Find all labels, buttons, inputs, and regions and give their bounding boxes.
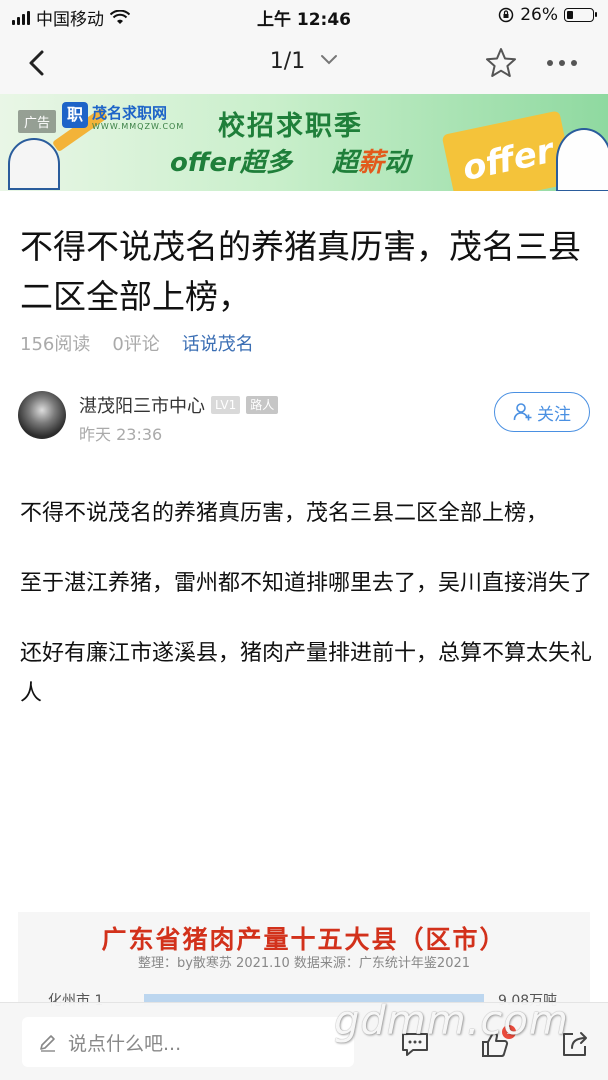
status-right: 26% (498, 5, 597, 25)
more-options-icon[interactable] (540, 46, 584, 80)
nav-bar: 1/1 (0, 32, 608, 94)
article-body: 不得不说茂名的养猪真历害，茂名三县二区全部上榜， 至于湛江养猪，雷州都不知道排哪… (20, 494, 592, 744)
post-time: 昨天 23:36 (79, 425, 163, 444)
ad-headline: 校招求职季 (218, 111, 363, 142)
avatar[interactable] (18, 391, 66, 439)
author-name-row: 湛茂阳三市中心 LV1 路人 (79, 392, 279, 418)
status-bar: 中国移动 上午 12:46 26% (0, 0, 608, 32)
image-subtitle: 整理：by散寒苏 2021.10 数据来源：广东统计年鉴2021 (137, 956, 471, 971)
ad-tag: 广告 (18, 110, 57, 133)
ad-offer-ticket: offer (441, 110, 575, 191)
ad-slogan-part2: 超 (332, 148, 359, 178)
battery-icon (564, 8, 597, 22)
comment-input[interactable]: 说点什么吧... (22, 1017, 354, 1067)
rotation-lock-icon (498, 7, 514, 23)
embedded-chart-image[interactable]: 广东省猪肉产量十五大县（区市） 整理：by散寒苏 2021.10 数据来源：广东… (18, 912, 590, 1012)
ad-brand: 茂名求职网 (92, 104, 168, 122)
article-title: 不得不说茂名的养猪真历害，茂名三县二区全部上榜， (20, 227, 581, 316)
ad-slogan-part3: 动 (384, 148, 411, 178)
comment-placeholder: 说点什么吧... (68, 1032, 182, 1055)
battery-fill (567, 11, 573, 19)
paragraph: 不得不说茂名的养猪真历害，茂名三县二区全部上榜， (20, 501, 549, 526)
author-row: 湛茂阳三市中心 LV1 路人 昨天 23:36 关注 (18, 388, 590, 444)
chevron-down-icon (321, 55, 338, 65)
ad-illustration-person-left (8, 138, 60, 190)
battery-percent: 26% (520, 5, 558, 25)
page-indicator: 1/1 (269, 49, 306, 74)
follow-button[interactable]: 关注 (494, 392, 590, 432)
ad-slogan: offer超多 超薪动 (170, 142, 410, 179)
follow-label: 关注 (537, 404, 571, 425)
comment-count: 0评论 (112, 334, 160, 355)
ad-banner[interactable]: 广告 职 茂名求职网 WWW.MMQZW.COM 校招求职季 offer超多 超… (0, 94, 608, 191)
ad-illustration-person-right (556, 128, 608, 191)
ad-slogan-highlight: 薪 (358, 148, 385, 178)
ad-ticket-text: offer (459, 130, 557, 190)
level-badge: LV1 (211, 396, 241, 414)
ad-slogan-part1: offer超多 (170, 148, 292, 178)
ad-site: WWW.MMQZW.COM (92, 122, 185, 131)
role-badge: 路人 (246, 396, 279, 414)
ad-logo: 职 (62, 102, 88, 128)
image-title: 广东省猪肉产量十五大县（区市） (101, 925, 507, 954)
paragraph: 至于湛江养猪，雷州都不知道排哪里去了，吴川直接消失了 (20, 571, 593, 596)
favorite-star-icon[interactable] (484, 46, 518, 80)
author-name[interactable]: 湛茂阳三市中心 (79, 392, 205, 418)
add-user-icon (513, 403, 532, 421)
paragraph: 还好有廉江市遂溪县，猪肉产量排进前十，总算不算太失礼人 (20, 641, 593, 706)
article-meta: 156阅读 0评论 话说茂名 (20, 330, 254, 356)
read-count: 156阅读 (20, 334, 91, 355)
watermark: gdmm.com (334, 998, 569, 1044)
pencil-icon (40, 1035, 55, 1052)
topic-link[interactable]: 话说茂名 (182, 330, 254, 356)
